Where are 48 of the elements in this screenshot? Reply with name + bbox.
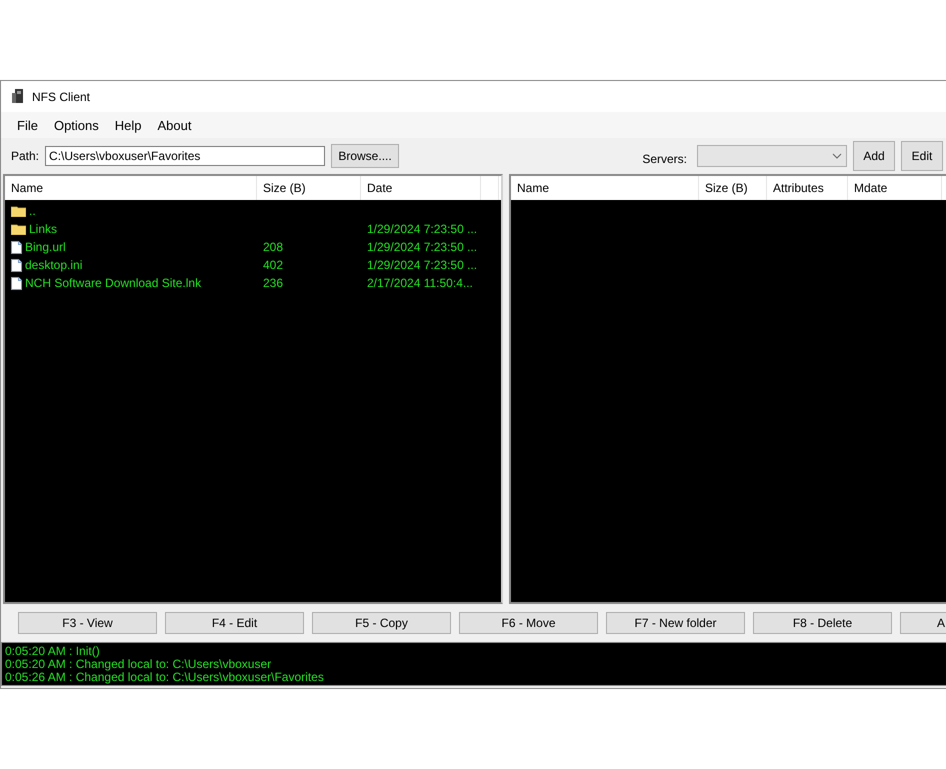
file-date: 1/29/2024 7:23:50 ... — [367, 258, 478, 272]
file-icon — [11, 276, 22, 290]
log-line: 0:05:20 AM : Init() — [5, 644, 101, 658]
file-name[interactable]: Bing.url — [25, 240, 66, 254]
log-line: 0:05:26 AM : Changed local to: C:\Users\vboxuser\Favorites — [5, 670, 325, 684]
folder-icon — [11, 223, 26, 235]
column-header[interactable]: Attributes — [767, 176, 848, 200]
menu-item[interactable]: About — [150, 118, 200, 132]
column-header[interactable]: Size (B) — [699, 176, 767, 200]
file-name[interactable]: .. — [29, 204, 36, 218]
file-date: 1/29/2024 7:23:50 ... — [367, 240, 478, 254]
chevron-icon — [832, 153, 842, 159]
file-icon — [11, 258, 22, 272]
column-header[interactable]: Name — [511, 176, 699, 200]
window-title: NFS Client — [32, 90, 92, 104]
menu-item[interactable]: Help — [106, 118, 150, 132]
browse-button[interactable]: Browse.... — [331, 144, 400, 168]
menu-item[interactable]: File — [9, 118, 46, 132]
servers-label: Servers: — [642, 152, 687, 166]
action-button[interactable]: F7 - New folder — [606, 612, 745, 634]
file-name[interactable]: desktop.ini — [25, 258, 82, 272]
file-icon — [11, 240, 22, 254]
column-header[interactable]: Name — [5, 176, 257, 200]
action-button[interactable]: F4 - Edit — [165, 612, 304, 634]
action-button[interactable]: F5 - Copy — [312, 612, 451, 634]
servers-dropdown[interactable] — [697, 145, 847, 167]
file-name[interactable]: NCH Software Download Site.lnk — [25, 276, 202, 290]
folder-icon — [11, 205, 26, 217]
log-line: 0:05:20 AM : Changed local to: C:\Users\vboxuser — [5, 658, 272, 670]
column-header[interactable]: Mdate — [848, 176, 942, 200]
file-date: 1/29/2024 7:23:50 ... — [367, 222, 478, 236]
file-date: 2/17/2024 11:50:4... — [367, 276, 473, 290]
file-size: 402 — [263, 258, 284, 272]
server-button[interactable]: Add — [853, 141, 895, 171]
file-size: 208 — [263, 240, 284, 254]
action-button[interactable]: F8 - Delete — [753, 612, 892, 634]
file-size: 236 — [263, 276, 284, 290]
server-button[interactable]: Edit — [901, 141, 943, 171]
path-field[interactable]: C:\Users\vboxuser\Favorites — [45, 146, 326, 166]
action-button[interactable]: F3 - View — [18, 612, 157, 634]
action-button[interactable]: F6 - Move — [459, 612, 598, 634]
app-icon — [10, 88, 26, 105]
column-header[interactable]: Date — [361, 176, 481, 200]
path-label: Path: — [11, 149, 40, 163]
action-button[interactable]: A — [900, 612, 946, 634]
file-name[interactable]: Links — [29, 222, 58, 236]
column-header[interactable]: Size (B) — [257, 176, 361, 200]
menu-item[interactable]: Options — [46, 118, 107, 132]
